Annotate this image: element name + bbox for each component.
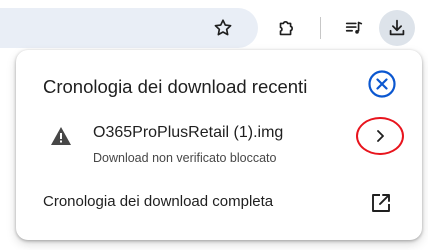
star-icon (214, 19, 232, 36)
close-icon (368, 70, 396, 98)
open-external-icon (372, 194, 390, 212)
bubble-title: Cronologia dei download recenti (43, 76, 308, 97)
downloads-button[interactable] (379, 10, 415, 46)
bookmark-star-button[interactable] (205, 10, 241, 46)
open-full-history-button[interactable] (368, 190, 394, 216)
warning-icon (51, 127, 71, 145)
extensions-puzzle-icon (279, 21, 293, 36)
downloads-bubble: Cronologia dei download recenti O365ProP… (16, 50, 422, 240)
toolbar-divider (320, 17, 321, 39)
download-status: Download non verificato bloccato (93, 151, 277, 165)
media-controls-button[interactable] (336, 10, 372, 46)
download-icon (389, 19, 405, 36)
download-filename: O365ProPlusRetail (1).img (93, 124, 284, 141)
browser-toolbar (0, 0, 428, 56)
red-circle-annotation (356, 117, 404, 155)
full-download-history-link[interactable]: Cronologia dei download completa (43, 193, 273, 210)
media-controls-icon (345, 21, 363, 34)
close-button[interactable] (366, 68, 398, 100)
extensions-button[interactable] (268, 10, 304, 46)
